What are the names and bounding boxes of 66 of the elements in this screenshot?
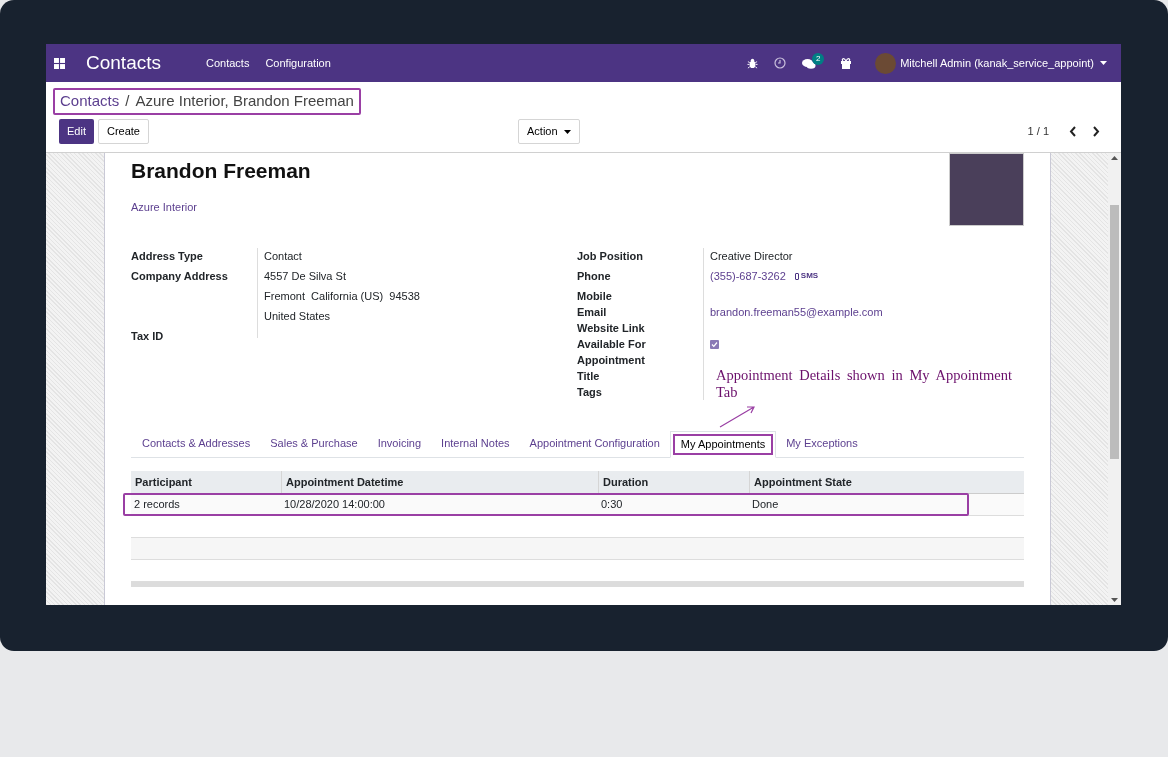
- menu-link[interactable]: Contacts: [206, 54, 250, 72]
- field-label: Email: [577, 306, 607, 318]
- phone-link[interactable]: (355)-687-3262: [710, 268, 786, 284]
- chat-bubbles-icon[interactable]: [802, 58, 817, 70]
- form-tab[interactable]: My Exceptions: [776, 430, 868, 457]
- contact-name: Brandon Freeman: [131, 158, 312, 184]
- scrollbar[interactable]: [1108, 153, 1121, 605]
- field-label: Phone: [577, 270, 611, 282]
- apps-grid-icon[interactable]: [54, 57, 65, 69]
- form-tab[interactable]: Internal Notes: [431, 430, 520, 457]
- table-cell-text: 2 records: [133, 497, 181, 513]
- annotation-arrow: [719, 404, 757, 428]
- company-link[interactable]: Azure Interior: [131, 198, 949, 215]
- bug-icon[interactable]: [747, 57, 759, 69]
- field-label: Job Position: [577, 250, 643, 262]
- field-value: Creative Director: [710, 250, 793, 262]
- column-header: Participant: [134, 474, 193, 490]
- menu-link[interactable]: Configuration: [265, 54, 331, 72]
- field-label: Mobile: [577, 290, 612, 302]
- scroll-down-arrow-icon[interactable]: [1111, 598, 1118, 602]
- scroll-up-arrow-icon[interactable]: [1111, 156, 1118, 160]
- field-label: Available For Appointment: [577, 338, 646, 366]
- field-label: Title: [577, 370, 600, 382]
- checkbox[interactable]: [710, 340, 719, 349]
- field-label: Address Type: [131, 250, 203, 262]
- clock-icon[interactable]: [774, 57, 787, 69]
- column-header: Appointment State: [749, 470, 1024, 494]
- breadcrumb-current: Azure Interior, Brandon Freeman: [135, 91, 354, 112]
- message-count-badge: 2: [812, 53, 825, 65]
- edit-button[interactable]: Edit: [59, 119, 94, 144]
- form-tab[interactable]: Invoicing: [367, 430, 432, 457]
- table-cell-text: 0:30: [600, 497, 624, 513]
- form-tab[interactable]: Appointment Configuration: [519, 430, 670, 457]
- table-cell-text: 10/28/2020 14:00:00: [283, 497, 386, 513]
- chevron-right-icon[interactable]: [1092, 126, 1100, 137]
- field-value: 4557 De Silva St: [264, 269, 347, 284]
- form-tab[interactable]: My Appointments: [669, 431, 777, 458]
- annotation-note: Appointment Details shown in My Appointment Tab: [716, 367, 1012, 401]
- field-value: United States: [264, 309, 332, 324]
- email-link[interactable]: brandon.freeman55@example.com: [710, 306, 883, 318]
- caret-down-icon[interactable]: [1100, 61, 1107, 65]
- chevron-left-icon[interactable]: [1069, 126, 1077, 137]
- table-cell-text: Done: [751, 497, 780, 513]
- user-menu[interactable]: Mitchell Admin (kanak_service_appoint): [900, 54, 1094, 72]
- action-dropdown[interactable]: Action: [518, 119, 580, 144]
- sms-link[interactable]: SMS: [794, 268, 819, 284]
- field-label: Website Link: [577, 322, 645, 334]
- gift-icon[interactable]: [840, 57, 853, 69]
- breadcrumb-separator: /: [125, 91, 130, 112]
- field-label: Company Address: [131, 270, 228, 282]
- app-title[interactable]: Contacts: [86, 48, 161, 78]
- field-value: Contact: [264, 249, 303, 264]
- pager-counter: 1 / 1: [1027, 124, 1049, 140]
- breadcrumb-link[interactable]: Contacts: [60, 90, 120, 113]
- field-value: Fremont California (US) 94538: [264, 289, 421, 304]
- field-label: Tags: [577, 386, 602, 398]
- create-button[interactable]: Create: [97, 119, 149, 144]
- caret-down-icon: [563, 129, 571, 134]
- scrollbar-thumb[interactable]: [1110, 205, 1119, 459]
- field-label: Tax ID: [131, 330, 164, 342]
- form-tab[interactable]: Sales & Purchase: [260, 430, 368, 457]
- form-tab[interactable]: Contacts & Addresses: [132, 430, 261, 457]
- checkmark-icon: [711, 341, 718, 348]
- mobile-phone-icon: [794, 272, 799, 280]
- column-header: Appointment Datetime: [281, 470, 598, 494]
- column-header: Duration: [598, 470, 749, 494]
